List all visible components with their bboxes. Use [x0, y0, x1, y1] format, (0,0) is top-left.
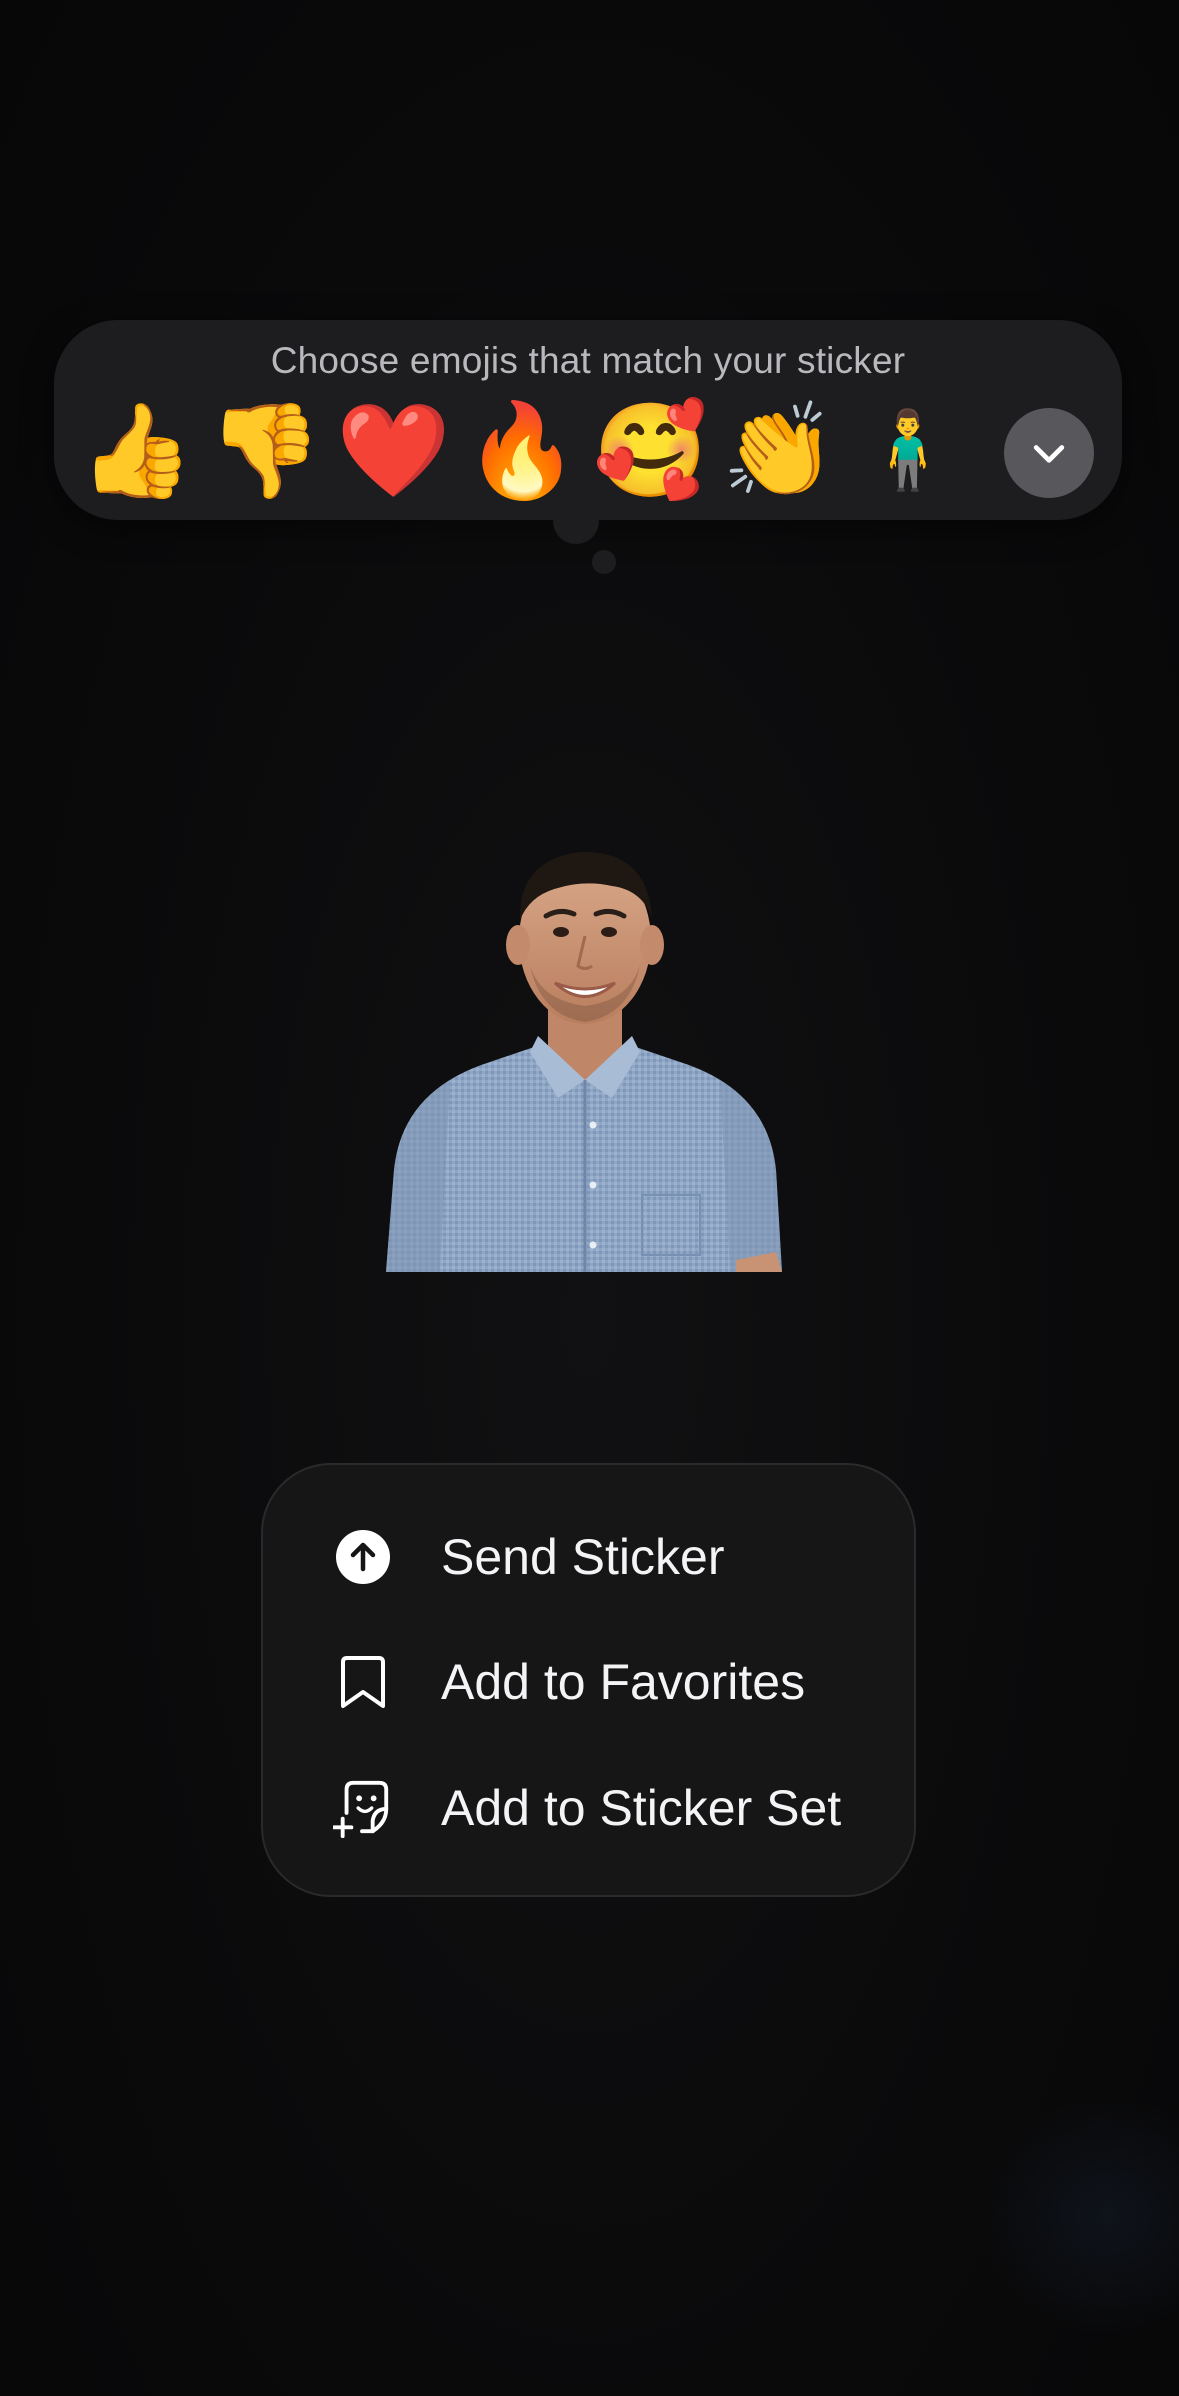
- emoji-clapping-hands[interactable]: 👏: [715, 396, 844, 506]
- emoji-red-heart[interactable]: ❤️: [329, 396, 458, 506]
- sticker-context-menu: Send Sticker Add to Favorites Add to Sti…: [261, 1463, 916, 1897]
- sticker-image: [386, 851, 782, 1272]
- thought-bubble-large: [553, 498, 599, 544]
- menu-item-add-to-favorites[interactable]: Add to Favorites: [263, 1622, 914, 1742]
- emoji-row: 👍 👎 ❤️ 🔥 🥰 👏 🧍‍♂️: [72, 396, 972, 506]
- screen: Choose emojis that match your sticker 👍 …: [0, 0, 1179, 2396]
- menu-item-label: Add to Sticker Set: [441, 1780, 842, 1836]
- emoji-man-standing[interactable]: 🧍‍♂️: [843, 396, 972, 506]
- menu-item-add-to-sticker-set[interactable]: Add to Sticker Set: [263, 1748, 914, 1868]
- bookmark-icon: [333, 1652, 393, 1712]
- emoji-picker-panel: Choose emojis that match your sticker 👍 …: [54, 320, 1122, 520]
- emoji-smiling-face-with-hearts[interactable]: 🥰: [586, 396, 715, 506]
- menu-item-label: Add to Favorites: [441, 1654, 806, 1710]
- chevron-down-icon: [1033, 445, 1065, 463]
- emoji-picker-title: Choose emojis that match your sticker: [270, 340, 906, 381]
- emoji-thumbs-up[interactable]: 👍: [72, 396, 201, 506]
- arrow-up-circle-icon: [333, 1527, 393, 1587]
- background-glow: [979, 2096, 1179, 2336]
- menu-item-label: Send Sticker: [441, 1529, 725, 1585]
- expand-emojis-button[interactable]: [1004, 408, 1094, 498]
- thought-bubble-small: [592, 550, 616, 574]
- emoji-thumbs-down[interactable]: 👎: [201, 396, 330, 506]
- emoji-fire[interactable]: 🔥: [458, 396, 587, 506]
- sticker-add-icon: [333, 1778, 393, 1838]
- menu-item-send-sticker[interactable]: Send Sticker: [263, 1497, 914, 1617]
